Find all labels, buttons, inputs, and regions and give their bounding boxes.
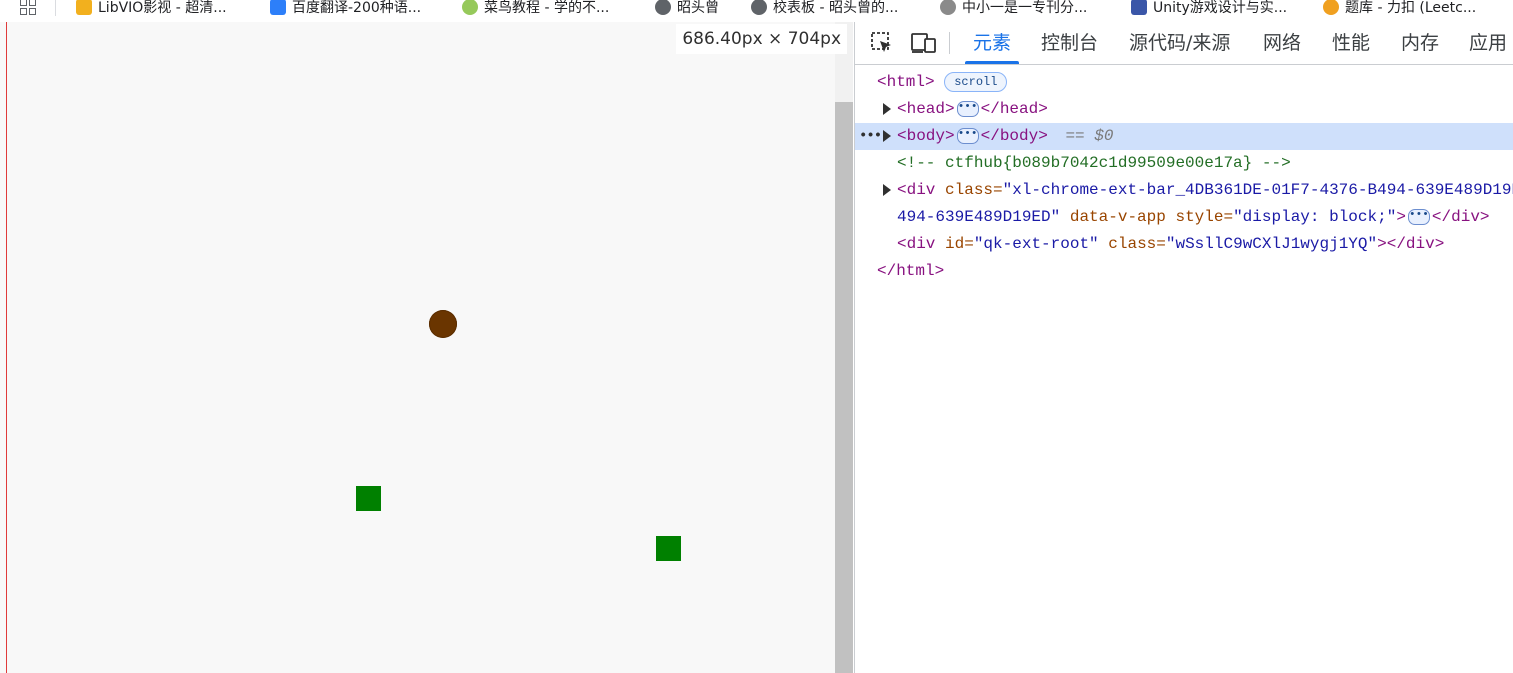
bookmark-item[interactable]: 中小一是一专刊分... bbox=[940, 0, 1087, 22]
bookmarks-divider bbox=[55, 0, 56, 16]
globe-icon bbox=[940, 0, 956, 15]
device-toolbar-icon bbox=[911, 33, 936, 53]
tab-application[interactable]: 应用 bbox=[1469, 22, 1507, 64]
bookmark-item[interactable]: 百度翻译-200种语... bbox=[270, 0, 421, 22]
tag-div-close: </div> bbox=[1431, 208, 1490, 226]
dom-node-ext-bar[interactable]: <div class="xl-chrome-ext-bar_4DB361DE-0… bbox=[855, 177, 1513, 204]
attr-data-v-app: data-v-app bbox=[1060, 208, 1166, 226]
devtools-toolbar: 元素 控制台 源代码/来源 网络 性能 内存 应用 bbox=[855, 22, 1513, 65]
scrollbar-thumb[interactable] bbox=[835, 102, 853, 673]
bookmark-item[interactable]: 题库 - 力扣 (Leetc... bbox=[1323, 0, 1476, 22]
flag-comment: <!-- ctfhub{b089b7042c1d99509e00e17a} --… bbox=[897, 154, 1291, 172]
bookmark-item[interactable]: 校表板 - 昭头曾的... bbox=[751, 0, 898, 22]
attr-class-value: "wSsllC9wCXlJ1wygj1YQ" bbox=[1165, 235, 1378, 253]
bookmark-item[interactable]: Unity游戏设计与实... bbox=[1131, 0, 1287, 22]
runoob-icon bbox=[462, 0, 478, 15]
bookmark-label: 题库 - 力扣 (Leetc... bbox=[1345, 0, 1477, 16]
globe-icon bbox=[751, 0, 767, 15]
bookmark-item[interactable]: 菜鸟教程 - 学的不... bbox=[462, 0, 609, 22]
attr-class: class= bbox=[945, 181, 1003, 199]
attr-style-value: "display: block;" bbox=[1233, 208, 1397, 226]
game-block bbox=[656, 536, 681, 561]
bookmark-label: 百度翻译-200种语... bbox=[292, 0, 422, 16]
attr-class-value-cont: 494-639E489D19ED" bbox=[897, 208, 1061, 226]
ellipsis-icon[interactable]: ••• bbox=[956, 127, 979, 144]
game-block bbox=[356, 486, 381, 511]
bookmark-item[interactable]: LibVIO影视 - 超清... bbox=[76, 0, 227, 22]
bookmark-label: Unity游戏设计与实... bbox=[1153, 0, 1288, 16]
dom-node-html-close[interactable]: </html> bbox=[855, 258, 1513, 285]
devtools-panel: 元素 控制台 源代码/来源 网络 性能 内存 应用 <html> scroll … bbox=[854, 22, 1513, 673]
bookmark-label: LibVIO影视 - 超清... bbox=[98, 0, 227, 16]
leetcode-icon bbox=[1323, 0, 1339, 15]
tag-body-open: <body> bbox=[897, 127, 955, 145]
translate-icon bbox=[270, 0, 286, 15]
dom-node-comment[interactable]: <!-- ctfhub{b089b7042c1d99509e00e17a} --… bbox=[855, 150, 1513, 177]
viewport-dimensions-label: 686.40px × 704px bbox=[676, 24, 847, 54]
bookmark-label: 昭头曾 bbox=[677, 0, 719, 16]
bookmark-label: 菜鸟教程 - 学的不... bbox=[484, 0, 610, 16]
bookmark-label: 校表板 - 昭头曾的... bbox=[773, 0, 899, 16]
inspect-element-button[interactable] bbox=[867, 28, 897, 58]
tag-head-close: </head> bbox=[980, 100, 1048, 118]
dom-node-body[interactable]: ••• <body> ••• </body> == $0 bbox=[855, 123, 1513, 150]
page-left-border bbox=[6, 22, 7, 673]
bookmark-folder-icon bbox=[76, 0, 92, 15]
globe-icon bbox=[655, 0, 671, 15]
attr-id: id= bbox=[945, 235, 974, 253]
dom-node-head[interactable]: <head> ••• </head> bbox=[855, 96, 1513, 123]
tag-html-close: </html> bbox=[877, 262, 945, 280]
tag-gt: > bbox=[1396, 208, 1406, 226]
page-viewport[interactable]: 686.40px × 704px bbox=[0, 22, 853, 673]
attr-id-value: "qk-ext-root" bbox=[973, 235, 1099, 253]
dom-node-qk-root[interactable]: <div id="qk-ext-root" class="wSsllC9wCXl… bbox=[855, 231, 1513, 258]
tag-div-open: <div bbox=[897, 235, 946, 253]
unity-icon bbox=[1131, 0, 1147, 15]
attr-style: style= bbox=[1165, 208, 1234, 226]
attr-class: class= bbox=[1098, 235, 1166, 253]
tag-div-open: <div bbox=[897, 181, 946, 199]
dom-node-html[interactable]: <html> scroll bbox=[855, 69, 1513, 96]
tag-html-open: <html> bbox=[877, 73, 935, 91]
tab-elements[interactable]: 元素 bbox=[964, 22, 1020, 64]
game-ball bbox=[429, 310, 457, 338]
expand-triangle-icon[interactable] bbox=[883, 130, 891, 142]
tab-network[interactable]: 网络 bbox=[1263, 22, 1301, 64]
attr-class-value: "xl-chrome-ext-bar_4DB361DE-01F7-4376-B4… bbox=[1002, 181, 1513, 199]
apps-grid-icon bbox=[20, 0, 36, 15]
tab-console[interactable]: 控制台 bbox=[1041, 22, 1098, 64]
toolbar-separator bbox=[949, 32, 950, 54]
more-options-icon[interactable]: ••• bbox=[859, 123, 882, 150]
tab-performance[interactable]: 性能 bbox=[1332, 22, 1370, 64]
tag-div-end: ></div> bbox=[1377, 235, 1445, 253]
expand-triangle-icon[interactable] bbox=[883, 103, 891, 115]
bookmarks-bar: LibVIO影视 - 超清... 百度翻译-200种语... 菜鸟教程 - 学的… bbox=[0, 0, 1513, 22]
scroll-badge[interactable]: scroll bbox=[944, 71, 1008, 92]
bookmark-item[interactable]: 昭头曾 bbox=[655, 0, 719, 22]
tag-head-open: <head> bbox=[897, 100, 955, 118]
inspect-element-icon bbox=[871, 32, 891, 52]
selected-node-marker: == $0 bbox=[1065, 127, 1114, 145]
dom-node-ext-bar-cont[interactable]: 494-639E489D19ED" data-v-app style="disp… bbox=[855, 204, 1513, 231]
tab-sources[interactable]: 源代码/来源 bbox=[1129, 22, 1230, 64]
apps-button[interactable] bbox=[20, 0, 42, 22]
bookmark-label: 中小一是一专刊分... bbox=[962, 0, 1088, 16]
ellipsis-icon[interactable]: ••• bbox=[1407, 208, 1430, 225]
ellipsis-icon[interactable]: ••• bbox=[956, 100, 979, 117]
device-toolbar-button[interactable] bbox=[909, 28, 939, 58]
tag-body-close: </body> bbox=[980, 127, 1048, 145]
tab-memory[interactable]: 内存 bbox=[1401, 22, 1439, 64]
expand-triangle-icon[interactable] bbox=[883, 184, 891, 196]
